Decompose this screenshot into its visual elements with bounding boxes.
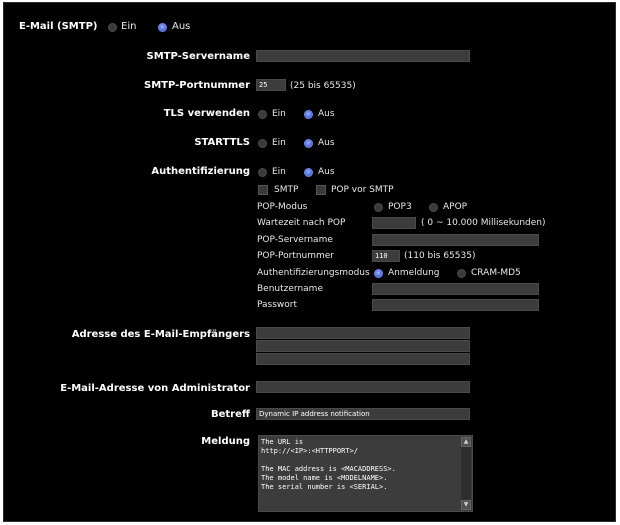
tls-off-radio[interactable] [304, 110, 313, 119]
pop3-radio[interactable] [374, 203, 383, 212]
smtp-port-hint: (25 bis 65535) [290, 81, 356, 91]
admin-email-label: E-Mail-Adresse von Administrator [60, 383, 250, 394]
auth-off-radio[interactable] [304, 168, 313, 177]
pop-wait-label: Wartezeit nach POP [257, 218, 346, 228]
starttls-on-label: Ein [272, 138, 286, 148]
tls-on-label: Ein [272, 109, 286, 119]
message-textarea[interactable]: The URL is http://<IP>:<HTTPPORT>/ The M… [258, 435, 473, 512]
smtp-auth-checkbox[interactable] [258, 185, 268, 195]
scroll-down-icon[interactable]: ▼ [461, 500, 471, 510]
login-label: Anmeldung [388, 268, 440, 278]
cram-md5-radio[interactable] [457, 269, 466, 278]
username-input[interactable] [372, 283, 539, 295]
smtp-port-input[interactable]: 25 [256, 79, 286, 91]
username-label: Benutzername [257, 284, 323, 294]
auth-mode-label: Authentifizierungsmodus [257, 268, 370, 278]
smtp-server-input[interactable] [256, 50, 470, 62]
recipient-input-3[interactable] [256, 353, 470, 365]
pop-port-label: POP-Portnummer [257, 251, 335, 261]
smtp-off-radio[interactable] [158, 23, 167, 32]
smtp-auth-label: SMTP [274, 185, 299, 195]
scroll-up-icon[interactable]: ▲ [461, 437, 471, 447]
starttls-off-label: Aus [318, 138, 335, 148]
pop-before-smtp-label: POP vor SMTP [331, 185, 394, 195]
tls-on-radio[interactable] [258, 110, 267, 119]
auth-on-label: Ein [272, 167, 286, 177]
pop3-label: POP3 [388, 202, 412, 212]
admin-email-input[interactable] [256, 381, 470, 393]
auth-off-label: Aus [318, 167, 335, 177]
apop-radio[interactable] [429, 203, 438, 212]
pop-server-input[interactable] [372, 234, 539, 246]
subject-label: Betreff [211, 409, 250, 420]
smtp-server-label: SMTP-Servername [146, 51, 251, 62]
recipient-input-1[interactable] [256, 327, 470, 339]
smtp-off-label: Aus [172, 21, 191, 32]
login-radio[interactable] [374, 269, 383, 278]
pop-wait-hint: ( 0 ~ 10.000 Millisekunden) [421, 218, 546, 228]
tls-off-label: Aus [318, 109, 335, 119]
smtp-port-label: SMTP-Portnummer [144, 80, 250, 91]
email-smtp-settings-panel: E-Mail (SMTP) Ein Aus SMTP-Servername SM… [3, 2, 616, 522]
section-title: E-Mail (SMTP) [19, 21, 98, 32]
starttls-off-radio[interactable] [304, 139, 313, 148]
pop-port-hint: (110 bis 65535) [404, 251, 476, 261]
starttls-on-radio[interactable] [258, 139, 267, 148]
pop-before-smtp-checkbox[interactable] [316, 185, 326, 195]
cram-md5-label: CRAM-MD5 [471, 268, 521, 278]
tls-label: TLS verwenden [163, 108, 250, 119]
auth-on-radio[interactable] [258, 168, 267, 177]
message-text[interactable]: The URL is http://<IP>:<HTTPPORT>/ The M… [261, 438, 459, 510]
recipient-label: Adresse des E-Mail-Empfängers [71, 329, 250, 340]
pop-server-label: POP-Servername [257, 235, 333, 245]
pop-port-input[interactable]: 110 [372, 250, 400, 262]
subject-input[interactable]: Dynamic IP address notification [256, 408, 470, 420]
message-scrollbar[interactable]: ▲ ▼ [461, 437, 471, 510]
auth-label: Authentifizierung [151, 166, 250, 177]
starttls-label: STARTTLS [194, 137, 250, 148]
pop-wait-input[interactable] [372, 217, 416, 229]
password-label: Passwort [257, 300, 298, 310]
pop-mode-label: POP-Modus [257, 202, 308, 212]
password-input[interactable] [372, 299, 539, 311]
smtp-on-radio[interactable] [108, 23, 117, 32]
apop-label: APOP [443, 202, 468, 212]
smtp-on-label: Ein [121, 21, 137, 32]
message-label: Meldung [201, 436, 250, 447]
recipient-input-2[interactable] [256, 340, 470, 352]
